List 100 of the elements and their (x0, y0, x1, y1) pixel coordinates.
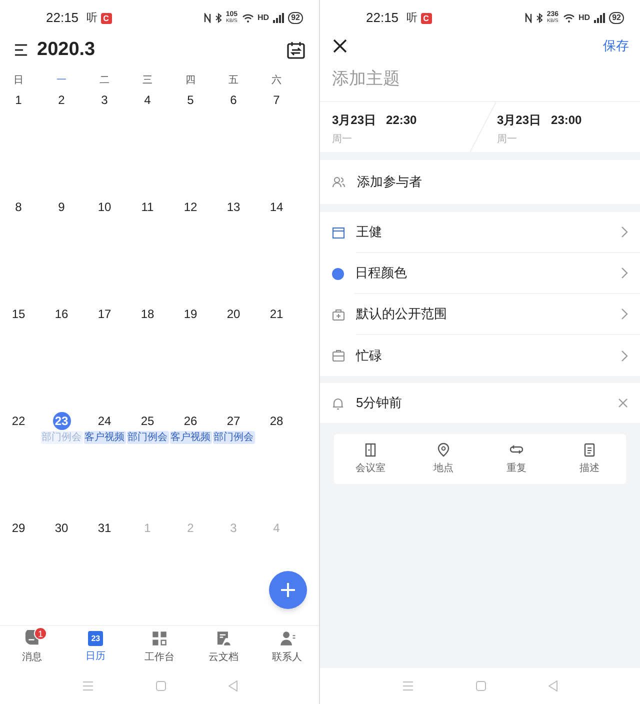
nfc-icon (204, 13, 211, 23)
weekday-text: 周一 (497, 133, 518, 147)
day-number[interactable]: 14 (268, 198, 286, 216)
quick-action-button[interactable]: 描述 (553, 442, 626, 476)
menu-icon[interactable] (14, 44, 28, 56)
day-number[interactable]: 9 (52, 198, 70, 216)
day-number[interactable]: 4 (138, 91, 156, 109)
day-number[interactable]: 22 (10, 412, 28, 430)
nav-tab[interactable]: 云文档 (191, 626, 256, 668)
event-time[interactable]: 23:00 (551, 111, 582, 129)
home-icon[interactable] (476, 681, 486, 691)
person-icon (278, 630, 296, 646)
back-icon[interactable] (548, 680, 558, 692)
day-number[interactable]: 5 (182, 91, 200, 109)
quick-action-button[interactable]: 地点 (407, 442, 480, 476)
day-number[interactable]: 10 (96, 198, 114, 216)
settings-row[interactable]: 王健 (320, 212, 640, 253)
nav-tab[interactable]: 23 日历 (64, 626, 128, 668)
signal-icon (594, 13, 606, 23)
day-number[interactable]: 25 (138, 412, 156, 430)
signal-icon (273, 13, 284, 23)
day-number[interactable]: 12 (182, 198, 200, 216)
people-icon (332, 176, 345, 188)
close-icon[interactable] (333, 39, 347, 53)
bell-icon (332, 396, 344, 410)
nfc-icon (524, 13, 532, 23)
day-number[interactable]: 2 (52, 91, 70, 109)
settings-row[interactable]: 默认的公开范围 (320, 294, 640, 335)
app-glyph: 听 (86, 10, 98, 26)
day-number[interactable]: 17 (96, 305, 114, 323)
day-number[interactable]: 18 (138, 305, 156, 323)
weekday-label: 一 (56, 74, 68, 88)
day-number[interactable]: 6 (224, 91, 242, 109)
add-button[interactable] (269, 571, 307, 609)
chevron-right-icon (621, 308, 628, 320)
plus-icon (281, 583, 295, 597)
back-icon[interactable] (228, 680, 238, 692)
calendar-switch-icon[interactable] (287, 41, 305, 59)
row-label: 日程颜色 (355, 264, 407, 282)
weekday-label: 二 (98, 74, 110, 88)
day-number[interactable]: 26 (182, 412, 200, 430)
weekday-label: 四 (184, 74, 196, 88)
day-number[interactable]: 19 (182, 305, 200, 323)
briefcase-icon (332, 349, 345, 362)
day-number[interactable]: 16 (52, 305, 70, 323)
grid-icon (150, 630, 168, 646)
day-number[interactable]: 27 (224, 412, 242, 430)
event-chip[interactable]: 部门例会 (212, 431, 254, 444)
nav-tab[interactable]: 联系人 (255, 626, 319, 668)
day-number[interactable]: 30 (52, 519, 70, 537)
event-chip[interactable]: 客户视频 (170, 431, 212, 444)
day-number[interactable]: 8 (10, 198, 28, 216)
month-title: 2020.3 (37, 38, 96, 62)
row-label: 忙碌 (356, 346, 382, 365)
day-number[interactable]: 23 (52, 412, 70, 430)
nav-label: 日历 (86, 650, 106, 664)
day-number[interactable]: 1 (10, 91, 28, 109)
day-number[interactable]: 3 (96, 91, 114, 109)
nav-label: 云文档 (208, 650, 238, 664)
nav-tab[interactable]: 消息 1 (0, 626, 64, 668)
document-icon (214, 630, 232, 646)
chevron-right-icon (621, 226, 628, 238)
weekday-label: 日 (12, 74, 24, 88)
save-button[interactable]: 保存 (603, 36, 629, 56)
settings-row[interactable]: 忙碌 (320, 335, 640, 376)
day-number[interactable]: 21 (268, 305, 286, 323)
event-date[interactable]: 3月23日 (497, 111, 542, 129)
reminder-label[interactable]: 5分钟前 (356, 393, 402, 413)
chevron-right-icon (621, 267, 628, 279)
wifi-icon (562, 13, 575, 23)
home-icon[interactable] (156, 681, 166, 691)
nav-label: 消息 (22, 650, 42, 664)
notification-badge: C (100, 12, 112, 24)
nav-tab[interactable]: 工作台 (128, 626, 192, 668)
weekday-label: 三 (142, 74, 154, 88)
nav-label: 联系人 (272, 650, 302, 664)
wifi-icon (242, 13, 254, 23)
row-label: 默认的公开范围 (356, 305, 447, 324)
day-number[interactable]: 15 (10, 305, 28, 323)
day-number[interactable]: 7 (268, 91, 286, 109)
day-number[interactable]: 13 (224, 198, 242, 216)
quick-action-button[interactable]: 会议室 (334, 442, 407, 476)
notification-badge: C (420, 12, 432, 24)
bluetooth-icon (214, 13, 222, 23)
title-field[interactable]: 添加主题 (320, 56, 640, 102)
event-date[interactable]: 3月23日 (332, 111, 376, 129)
event-chip[interactable]: 部门例会 (126, 431, 168, 444)
day-number[interactable]: 29 (10, 519, 28, 537)
attendees-label[interactable]: 添加参与者 (357, 172, 422, 192)
event-chip[interactable]: 客户视频 (84, 431, 126, 444)
battery-level: 92 (609, 12, 624, 24)
repeat-icon (510, 442, 523, 456)
quick-action-button[interactable]: 重复 (480, 442, 553, 476)
settings-row[interactable]: 日程颜色 (320, 253, 640, 294)
event-time[interactable]: 22:30 (386, 111, 417, 129)
day-number[interactable]: 24 (96, 412, 114, 430)
day-number[interactable]: 20 (224, 305, 242, 323)
day-number[interactable]: 11 (138, 198, 156, 216)
day-number[interactable]: 31 (96, 519, 114, 537)
day-number[interactable]: 28 (268, 412, 286, 430)
